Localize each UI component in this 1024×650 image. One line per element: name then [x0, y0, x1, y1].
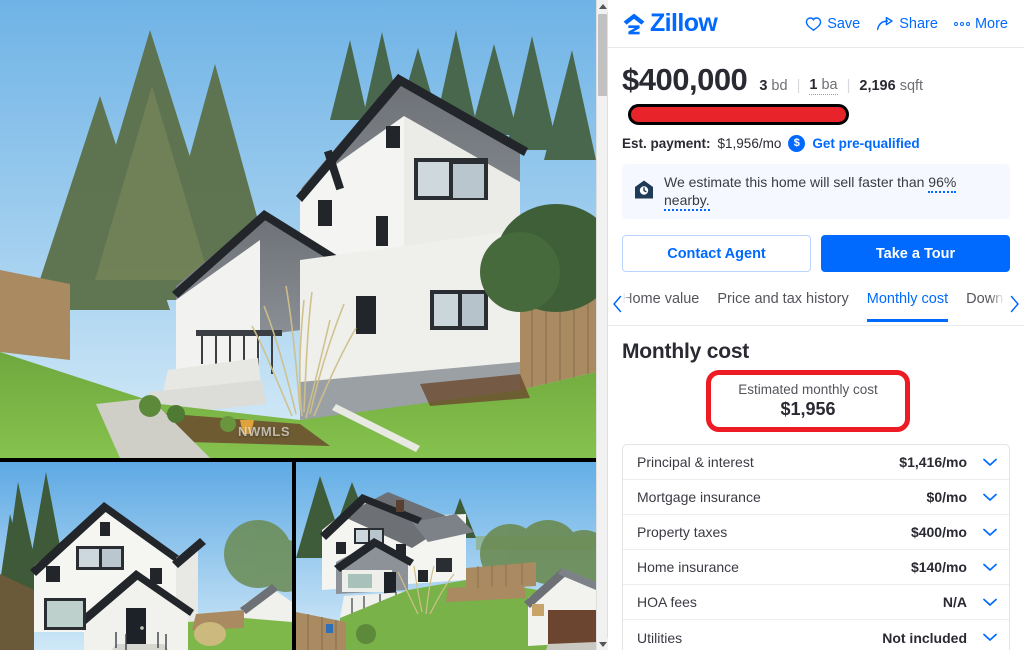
- cost-row-name: HOA fees: [637, 594, 697, 610]
- est-payment-label: Est. payment:: [622, 136, 711, 151]
- tab-monthly-cost[interactable]: Monthly cost: [866, 290, 949, 322]
- share-arrow-icon: [876, 16, 894, 32]
- estimated-cost-amount: $1,956: [780, 399, 836, 419]
- chevron-right-icon[interactable]: [990, 290, 1024, 318]
- cost-row-amount: $400/mo: [910, 524, 967, 540]
- section-tabs[interactable]: Home value Price and tax history Monthly…: [608, 290, 1024, 326]
- share-label: Share: [899, 15, 938, 32]
- cost-row-name: Principal & interest: [637, 454, 754, 470]
- table-row[interactable]: Property taxes $400/mo: [623, 515, 1009, 550]
- contact-agent-button[interactable]: Contact Agent: [622, 235, 811, 272]
- estimated-cost-caption: Estimated monthly cost: [738, 382, 878, 397]
- listing-price: $400,000: [622, 62, 748, 97]
- thumbnail-photo-1-image: [0, 462, 292, 650]
- zillow-wordmark: Zillow: [650, 9, 718, 37]
- tab-home-value[interactable]: Home value: [622, 290, 699, 322]
- estimated-cost-area: Estimated monthly cost $1,956: [622, 370, 1010, 434]
- cta-button-group: Contact Agent Take a Tour: [622, 235, 1010, 272]
- thumbnail-photo-1[interactable]: [0, 462, 292, 650]
- chevron-down-icon[interactable]: [983, 563, 997, 572]
- tab-list: Home value Price and tax history Monthly…: [622, 290, 1023, 322]
- chevron-down-icon[interactable]: [983, 493, 997, 502]
- save-button[interactable]: Save: [805, 16, 860, 32]
- cost-row-name: Utilities: [637, 629, 683, 646]
- cost-breakdown-table: Principal & interest $1,416/mo Mortgage …: [622, 444, 1010, 650]
- table-row[interactable]: Home insurance $140/mo: [623, 550, 1009, 585]
- cost-row-name: Home insurance: [637, 559, 739, 575]
- sqft-fact: 2,196 sqft: [859, 78, 924, 94]
- estimated-payment-row: Est. payment: $1,956/mo $ Get pre-qualif…: [622, 135, 1008, 152]
- home-clock-icon: [634, 179, 654, 205]
- table-row[interactable]: HOA fees N/A: [623, 585, 1009, 620]
- chevron-down-icon[interactable]: [983, 598, 997, 607]
- take-a-tour-button[interactable]: Take a Tour: [821, 235, 1010, 272]
- thumbnail-photo-2[interactable]: [296, 462, 596, 650]
- cost-row-name: Property taxes: [637, 524, 728, 540]
- more-dots-icon: [953, 21, 970, 26]
- sell-faster-banner: We estimate this home will sell faster t…: [622, 164, 1010, 219]
- section-title: Monthly cost: [622, 340, 750, 363]
- header-actions: Save Share More: [805, 16, 1008, 32]
- cost-row-amount: $1,416/mo: [899, 454, 967, 470]
- cost-row-name: Mortgage insurance: [637, 489, 761, 505]
- scroll-up-arrow-icon[interactable]: [597, 0, 608, 12]
- thumbnail-photo-2-image: [296, 462, 596, 650]
- chevron-down-icon[interactable]: [983, 633, 997, 642]
- cost-row-amount: N/A: [942, 594, 967, 610]
- photo-gallery[interactable]: NWMLS: [0, 0, 596, 650]
- heart-icon: [805, 16, 822, 32]
- price-row: $400,000 3 bd | 1 ba | 2,196 sqft: [622, 64, 1008, 95]
- fact-divider: |: [846, 78, 851, 94]
- main-photo[interactable]: NWMLS: [0, 0, 596, 458]
- table-row[interactable]: Principal & interest $1,416/mo: [623, 445, 1009, 480]
- monthly-cost-section: Monthly cost Estimated monthly cost $1,9…: [608, 326, 1024, 434]
- fact-divider: |: [796, 78, 801, 94]
- cost-row-amount: Not included: [882, 629, 967, 646]
- chevron-left-icon[interactable]: [608, 290, 632, 318]
- cost-row-amount: $0/mo: [926, 489, 967, 505]
- panel-header: Zillow Save Share More: [608, 0, 1024, 48]
- price-section: $400,000 3 bd | 1 ba | 2,196 sqft Est. p…: [608, 48, 1024, 152]
- share-button[interactable]: Share: [876, 16, 938, 32]
- zillow-logo[interactable]: Zillow: [622, 9, 718, 37]
- more-button[interactable]: More: [953, 15, 1008, 32]
- scrollbar-thumb[interactable]: [598, 14, 607, 96]
- zillow-house-icon: [623, 13, 645, 34]
- banner-text-main: We estimate this home will sell faster t…: [664, 174, 925, 190]
- get-prequalified-link[interactable]: Get pre-qualified: [812, 136, 919, 151]
- main-photo-image: [0, 0, 596, 458]
- table-row[interactable]: Utilities Not included: [623, 620, 1009, 650]
- estimated-monthly-cost-box[interactable]: Estimated monthly cost $1,956: [710, 374, 906, 428]
- address-redaction-bar: [628, 104, 849, 125]
- more-label: More: [974, 15, 1008, 32]
- zillow-listing-page: NWMLS Zillow Save Share More $400,000 3 …: [0, 0, 1024, 650]
- tab-price-and-tax-history[interactable]: Price and tax history: [717, 290, 848, 322]
- scroll-down-arrow-icon[interactable]: [597, 638, 608, 650]
- cost-row-amount: $140/mo: [910, 559, 967, 575]
- bed-fact: 3 bd: [759, 78, 788, 94]
- page-scrollbar[interactable]: [596, 0, 608, 650]
- est-payment-value: $1,956/mo: [717, 136, 782, 151]
- table-row[interactable]: Mortgage insurance $0/mo: [623, 480, 1009, 515]
- save-label: Save: [827, 15, 861, 32]
- listing-detail-panel: Zillow Save Share More $400,000 3 bd | 1…: [608, 0, 1024, 650]
- chevron-down-icon[interactable]: [983, 528, 997, 537]
- bath-fact[interactable]: 1 ba: [809, 77, 838, 95]
- home-facts: 3 bd | 1 ba | 2,196 sqft: [759, 77, 923, 95]
- dollar-circle-icon: $: [788, 135, 806, 152]
- chevron-down-icon[interactable]: [983, 458, 997, 467]
- banner-text: We estimate this home will sell faster t…: [664, 174, 1000, 211]
